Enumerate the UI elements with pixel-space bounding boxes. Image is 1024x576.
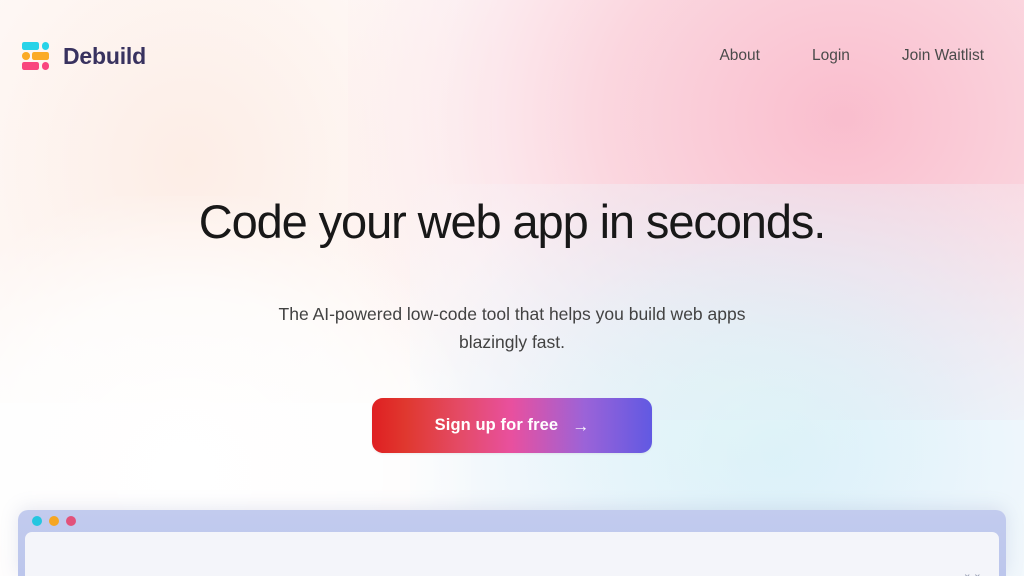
logo-row-cyan (22, 42, 52, 50)
nav-item-join-waitlist[interactable]: Join Waitlist (902, 47, 984, 65)
nav-item-about[interactable]: About (719, 47, 760, 65)
hero-subtitle: The AI-powered low-code tool that helps … (278, 303, 746, 352)
logo-dot-orange (22, 52, 30, 60)
window-dot-pink-icon[interactable] (66, 516, 76, 526)
sign-up-for-free-button[interactable]: Sign up for free → (372, 398, 652, 454)
logo-bar-cyan (22, 42, 39, 50)
window-dot-orange-icon[interactable] (49, 516, 59, 526)
logo-row-orange (22, 52, 52, 60)
brand-logo-link[interactable]: Debuild (22, 42, 146, 70)
logo-row-pink (22, 62, 52, 70)
browser-mockup-viewport: ⌄⌄ (25, 532, 999, 576)
browser-mockup: ⌄⌄ (18, 510, 1006, 576)
browser-mockup-titlebar (18, 510, 1006, 532)
page-title: Code your web app in seconds. (198, 195, 827, 248)
window-dot-cyan-icon[interactable] (32, 516, 42, 526)
logo-bar-orange (32, 52, 50, 60)
logo-dot-cyan (41, 42, 50, 50)
nav-item-login[interactable]: Login (812, 47, 850, 65)
hero-section: Code your web app in seconds. The AI-pow… (0, 112, 1024, 454)
brand-name: Debuild (63, 42, 146, 69)
cta-container: Sign up for free → (60, 398, 964, 454)
logo-bar-pink (22, 62, 39, 70)
logo-dot-pink (41, 62, 50, 70)
debuild-blocks-icon (22, 42, 52, 70)
chevron-down-icon: ⌄⌄ (962, 568, 983, 576)
arrow-right-icon: → (572, 416, 590, 436)
site-header: Debuild About Login Join Waitlist (0, 0, 1024, 112)
landing-page: Debuild About Login Join Waitlist Code y… (0, 0, 1024, 576)
primary-navigation: About Login Join Waitlist (719, 47, 984, 65)
cta-label: Sign up for free (434, 416, 559, 435)
